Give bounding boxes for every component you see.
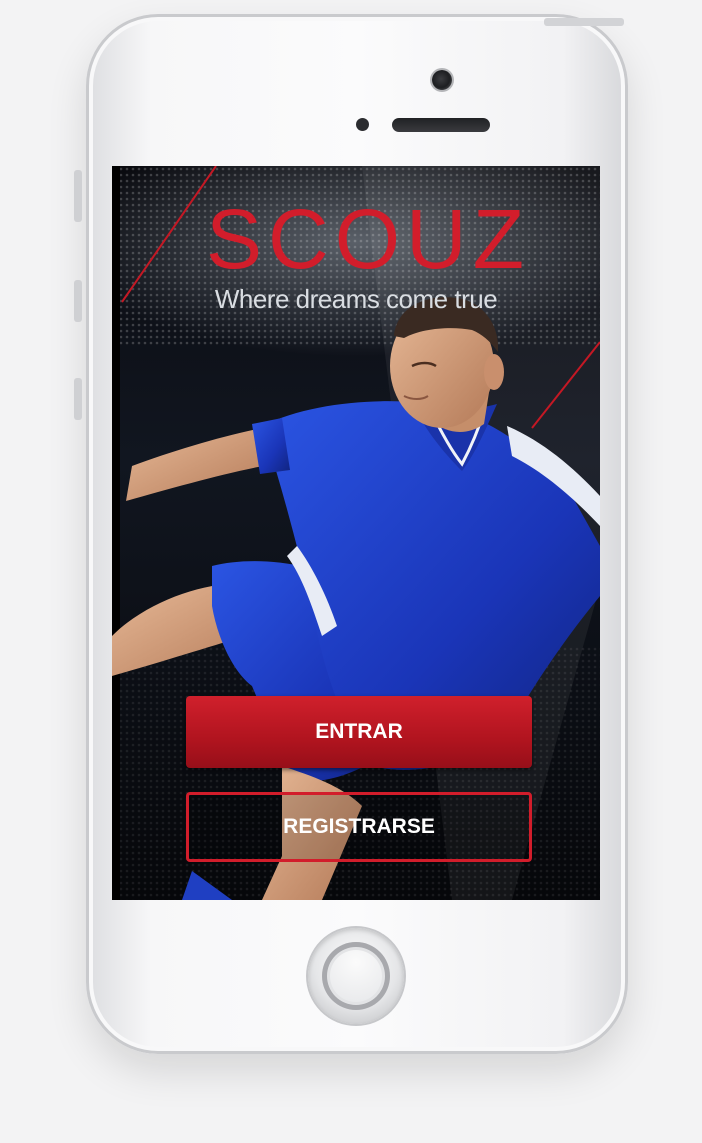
login-button[interactable]: ENTRAR <box>186 696 532 768</box>
home-button-ring <box>322 942 390 1010</box>
mute-switch <box>74 170 82 222</box>
volume-up-button <box>74 280 82 322</box>
volume-down-button <box>74 378 82 420</box>
front-camera-icon <box>432 70 452 90</box>
proximity-sensor <box>356 118 369 131</box>
earpiece-speaker <box>392 118 490 132</box>
power-button <box>544 18 624 26</box>
register-button[interactable]: REGISTRARSE <box>186 792 532 862</box>
app-screen: SCOUZ Where dreams come true ENTRAR REGI… <box>112 166 600 900</box>
home-button-icon[interactable] <box>308 928 404 1024</box>
app-logo: SCOUZ <box>206 192 530 286</box>
app-tagline: Where dreams come true <box>214 284 498 314</box>
